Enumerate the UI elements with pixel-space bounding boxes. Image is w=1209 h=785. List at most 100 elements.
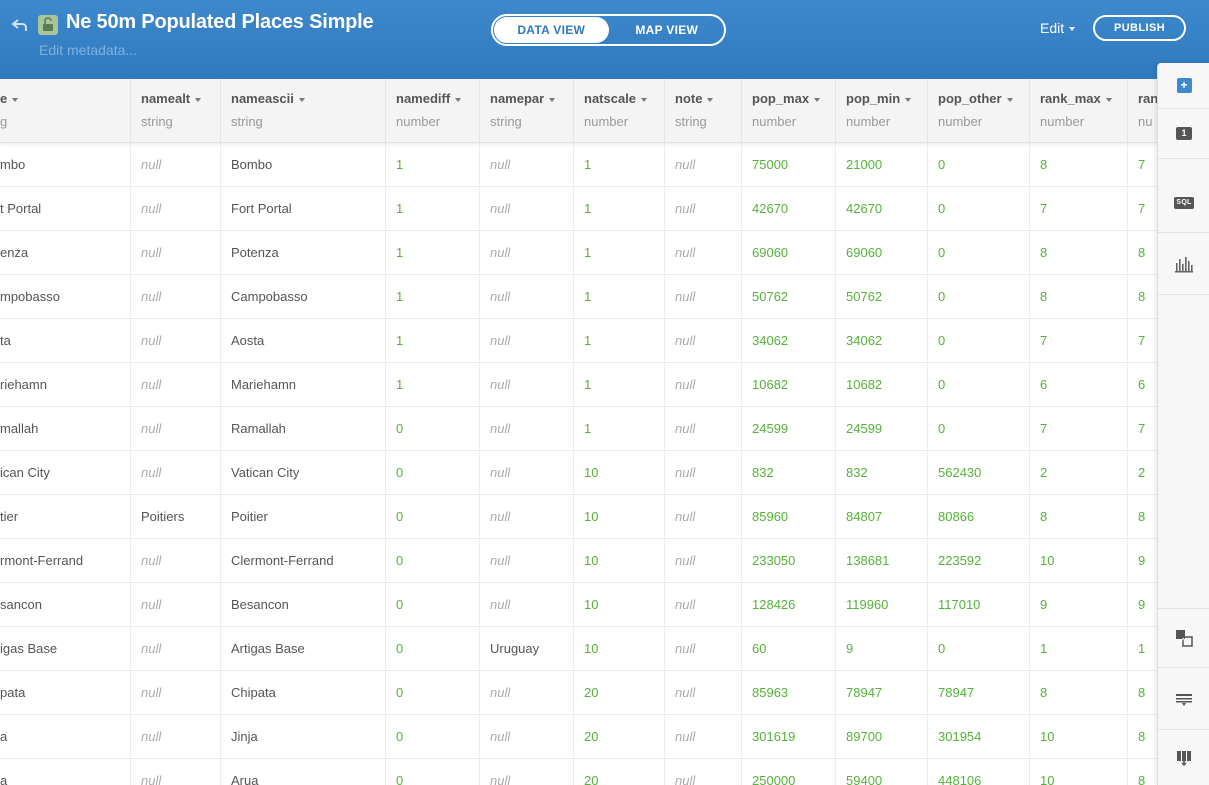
- cell-nameascii[interactable]: Poitier: [221, 495, 386, 539]
- cell-name[interactable]: mpobasso: [0, 275, 131, 319]
- cell-natscale[interactable]: 10: [574, 539, 665, 583]
- data-view-tab[interactable]: DATA VIEW: [494, 17, 609, 43]
- cell-rank_min[interactable]: 2: [1128, 451, 1157, 495]
- cell-nameascii[interactable]: Vatican City: [221, 451, 386, 495]
- cell-rank_max[interactable]: 8: [1030, 495, 1128, 539]
- cell-nameascii[interactable]: Clermont-Ferrand: [221, 539, 386, 583]
- cell-pop_other[interactable]: 223592: [928, 539, 1030, 583]
- cell-note[interactable]: null: [665, 231, 742, 275]
- chevron-down-icon[interactable]: [707, 97, 714, 102]
- cell-namealt[interactable]: null: [131, 539, 221, 583]
- column-header-namealt[interactable]: namealt string: [131, 79, 221, 143]
- cell-namediff[interactable]: 1: [386, 363, 480, 407]
- publish-button[interactable]: PUBLISH: [1093, 15, 1186, 41]
- cell-pop_max[interactable]: 250000: [742, 759, 836, 785]
- cell-pop_min[interactable]: 59400: [836, 759, 928, 785]
- column-header-note[interactable]: note string: [665, 79, 742, 143]
- cell-pop_max[interactable]: 128426: [742, 583, 836, 627]
- cell-note[interactable]: null: [665, 275, 742, 319]
- cell-pop_min[interactable]: 119960: [836, 583, 928, 627]
- cell-rank_min[interactable]: 9: [1128, 539, 1157, 583]
- cell-pop_min[interactable]: 78947: [836, 671, 928, 715]
- cell-namepar[interactable]: null: [480, 451, 574, 495]
- chevron-down-icon[interactable]: [549, 97, 556, 102]
- cell-pop_max[interactable]: 10682: [742, 363, 836, 407]
- column-header-namepar[interactable]: namepar string: [480, 79, 574, 143]
- cell-rank_max[interactable]: 9: [1030, 583, 1128, 627]
- cell-natscale[interactable]: 1: [574, 143, 665, 187]
- cell-pop_min[interactable]: 21000: [836, 143, 928, 187]
- cell-namediff[interactable]: 0: [386, 583, 480, 627]
- cell-natscale[interactable]: 1: [574, 275, 665, 319]
- cell-namepar[interactable]: null: [480, 363, 574, 407]
- cell-rank_max[interactable]: 10: [1030, 539, 1128, 583]
- chevron-down-icon[interactable]: [12, 97, 19, 102]
- cell-namediff[interactable]: 1: [386, 231, 480, 275]
- cell-namepar[interactable]: null: [480, 231, 574, 275]
- chevron-down-icon[interactable]: [814, 97, 821, 102]
- cell-nameascii[interactable]: Chipata: [221, 671, 386, 715]
- cell-namealt[interactable]: null: [131, 671, 221, 715]
- cell-namealt[interactable]: null: [131, 187, 221, 231]
- cell-namepar[interactable]: null: [480, 495, 574, 539]
- cell-name[interactable]: enza: [0, 231, 131, 275]
- cell-namediff[interactable]: 0: [386, 495, 480, 539]
- column-header-pop_max[interactable]: pop_max number: [742, 79, 836, 143]
- cell-nameascii[interactable]: Bombo: [221, 143, 386, 187]
- cell-pop_other[interactable]: 562430: [928, 451, 1030, 495]
- cell-natscale[interactable]: 10: [574, 495, 665, 539]
- map-view-tab[interactable]: MAP VIEW: [610, 16, 725, 44]
- cell-rank_min[interactable]: 8: [1128, 275, 1157, 319]
- cell-namediff[interactable]: 0: [386, 671, 480, 715]
- cell-rank_max[interactable]: 8: [1030, 275, 1128, 319]
- cell-rank_max[interactable]: 2: [1030, 451, 1128, 495]
- cell-pop_other[interactable]: 117010: [928, 583, 1030, 627]
- cell-name[interactable]: igas Base: [0, 627, 131, 671]
- cell-rank_max[interactable]: 10: [1030, 759, 1128, 785]
- cell-rank_max[interactable]: 8: [1030, 671, 1128, 715]
- cell-rank_min[interactable]: 8: [1128, 231, 1157, 275]
- add-layer-button[interactable]: +: [1158, 63, 1209, 109]
- cell-pop_min[interactable]: 10682: [836, 363, 928, 407]
- cell-namepar[interactable]: null: [480, 319, 574, 363]
- cell-note[interactable]: null: [665, 671, 742, 715]
- column-header-natscale[interactable]: natscale number: [574, 79, 665, 143]
- cell-natscale[interactable]: 20: [574, 671, 665, 715]
- cell-pop_max[interactable]: 34062: [742, 319, 836, 363]
- cell-namepar[interactable]: null: [480, 539, 574, 583]
- cell-note[interactable]: null: [665, 627, 742, 671]
- cell-namealt[interactable]: null: [131, 275, 221, 319]
- cell-natscale[interactable]: 20: [574, 759, 665, 785]
- cell-namediff[interactable]: 0: [386, 715, 480, 759]
- dataset-title[interactable]: Ne 50m Populated Places Simple: [66, 11, 374, 34]
- cell-namealt[interactable]: null: [131, 759, 221, 785]
- cell-nameascii[interactable]: Jinja: [221, 715, 386, 759]
- cell-pop_min[interactable]: 89700: [836, 715, 928, 759]
- cell-pop_max[interactable]: 233050: [742, 539, 836, 583]
- cell-name[interactable]: sancon: [0, 583, 131, 627]
- unlocked-padlock-icon[interactable]: [38, 15, 58, 35]
- cell-rank_min[interactable]: 6: [1128, 363, 1157, 407]
- cell-rank_min[interactable]: 9: [1128, 583, 1157, 627]
- cell-pop_max[interactable]: 85960: [742, 495, 836, 539]
- cell-rank_min[interactable]: 7: [1128, 143, 1157, 187]
- cell-rank_min[interactable]: 7: [1128, 187, 1157, 231]
- cell-pop_min[interactable]: 84807: [836, 495, 928, 539]
- cell-note[interactable]: null: [665, 451, 742, 495]
- cell-nameascii[interactable]: Besancon: [221, 583, 386, 627]
- chevron-down-icon[interactable]: [195, 97, 202, 102]
- cell-rank_min[interactable]: 1: [1128, 627, 1157, 671]
- edit-metadata-link[interactable]: Edit metadata...: [39, 42, 137, 58]
- cell-rank_max[interactable]: 6: [1030, 363, 1128, 407]
- edit-menu[interactable]: Edit: [1040, 20, 1076, 36]
- cell-pop_other[interactable]: 0: [928, 231, 1030, 275]
- chevron-down-icon[interactable]: [298, 97, 305, 102]
- cell-pop_max[interactable]: 69060: [742, 231, 836, 275]
- cell-pop_other[interactable]: 0: [928, 319, 1030, 363]
- cell-pop_max[interactable]: 50762: [742, 275, 836, 319]
- cell-pop_other[interactable]: 0: [928, 363, 1030, 407]
- cell-name[interactable]: a: [0, 715, 131, 759]
- columns-button[interactable]: [1158, 730, 1209, 785]
- cell-namepar[interactable]: null: [480, 275, 574, 319]
- cell-rank_min[interactable]: 7: [1128, 407, 1157, 451]
